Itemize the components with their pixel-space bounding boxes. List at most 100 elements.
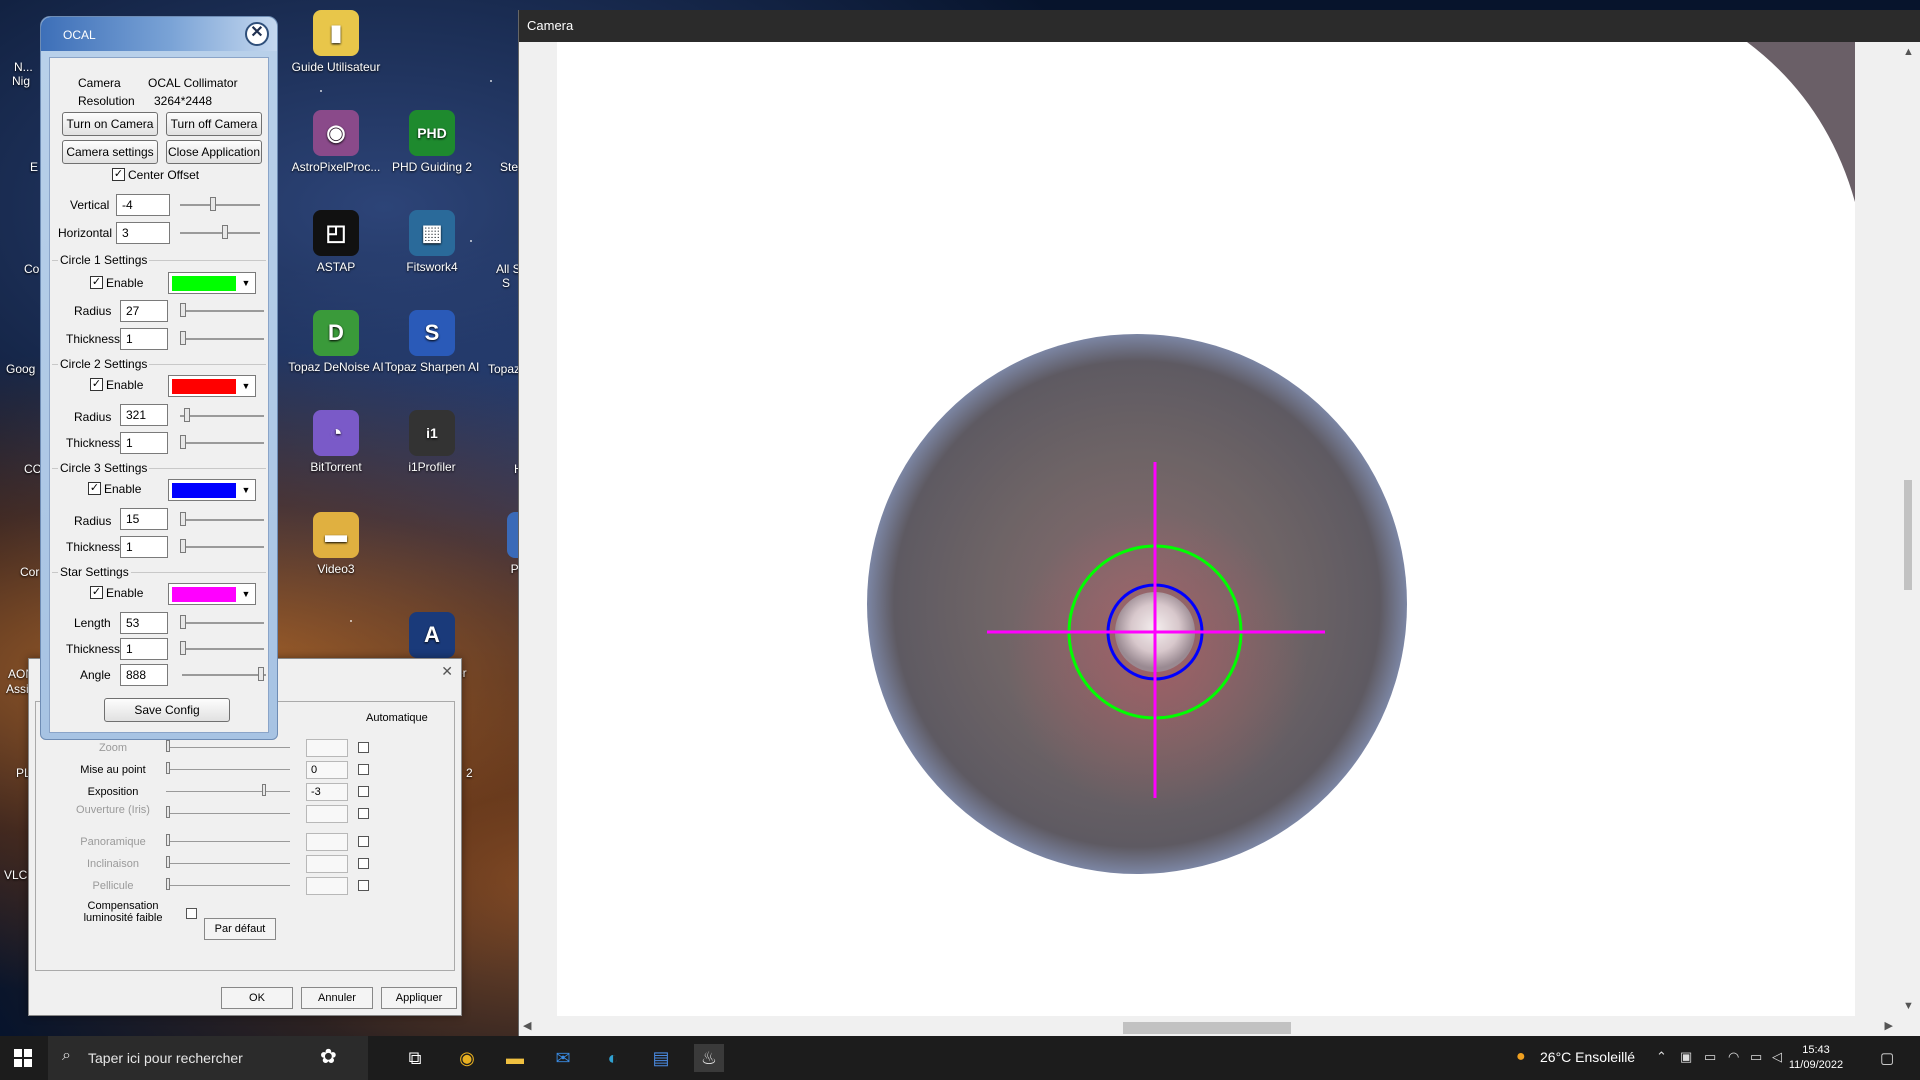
partial-desktop-label[interactable]: Co bbox=[24, 262, 39, 276]
desktop-icon-phd-guiding-2[interactable]: PHD PHD Guiding 2 bbox=[382, 110, 482, 175]
property-auto-checkbox[interactable] bbox=[358, 742, 369, 753]
edge-icon[interactable]: ◐ bbox=[598, 1044, 628, 1072]
windows-start-icon[interactable] bbox=[14, 1049, 32, 1067]
partial-desktop-label[interactable]: 2 bbox=[466, 766, 473, 780]
close-application-button[interactable]: Close Application bbox=[166, 140, 262, 164]
cancel-button[interactable]: Annuler bbox=[301, 987, 373, 1009]
circle-3-color-dropdown[interactable]: ▼ bbox=[168, 479, 256, 501]
circle-1-radius-input[interactable]: 27 bbox=[120, 300, 168, 322]
apply-button[interactable]: Appliquer bbox=[381, 987, 457, 1009]
turn-off-camera-button[interactable]: Turn off Camera bbox=[166, 112, 262, 136]
horizontal-scrollbar[interactable]: ◀ ▶ bbox=[519, 1016, 1897, 1036]
partial-desktop-label[interactable]: CC bbox=[24, 462, 41, 476]
property-value[interactable]: 0 bbox=[306, 761, 348, 779]
close-icon[interactable]: ✕ bbox=[245, 22, 269, 46]
taskbar-search-box[interactable]: ⌕ Taper ici pour rechercher ✿ bbox=[48, 1036, 368, 1080]
circle-3-radius-slider[interactable] bbox=[180, 512, 264, 528]
partial-desktop-label[interactable]: Nig bbox=[12, 74, 30, 88]
close-icon[interactable]: ✕ bbox=[441, 663, 453, 680]
battery-icon[interactable]: ▭ bbox=[1750, 1049, 1762, 1065]
camera-view[interactable] bbox=[557, 42, 1855, 1016]
circle-2-color-dropdown[interactable]: ▼ bbox=[168, 375, 256, 397]
star-angle-input[interactable]: 888 bbox=[120, 664, 168, 686]
document-icon[interactable]: ▤ bbox=[646, 1044, 676, 1072]
circle-2-radius-slider[interactable] bbox=[180, 408, 264, 424]
camera-tray-icon[interactable]: ▣ bbox=[1680, 1049, 1692, 1065]
vertical-scroll-thumb[interactable] bbox=[1904, 480, 1912, 590]
partial-desktop-label[interactable]: N... bbox=[14, 60, 33, 74]
circle-2-thickness-input[interactable]: 1 bbox=[120, 432, 168, 454]
property-auto-checkbox[interactable] bbox=[358, 808, 369, 819]
property-slider[interactable] bbox=[166, 784, 290, 800]
desktop-icon-guide-utilisateur[interactable]: ▮ Guide Utilisateur bbox=[286, 10, 386, 75]
ok-button[interactable]: OK bbox=[221, 987, 293, 1009]
property-auto-checkbox[interactable] bbox=[358, 764, 369, 775]
star-thickness-input[interactable]: 1 bbox=[120, 638, 168, 660]
chrome-icon[interactable]: ◉ bbox=[452, 1044, 482, 1072]
property-auto-checkbox[interactable] bbox=[358, 880, 369, 891]
scroll-up-icon[interactable]: ▲ bbox=[1903, 46, 1914, 58]
property-auto-checkbox[interactable] bbox=[358, 858, 369, 869]
partial-desktop-label[interactable]: Ste bbox=[500, 160, 518, 174]
partial-desktop-label[interactable]: Cor bbox=[20, 565, 39, 579]
volume-icon[interactable]: ◁ bbox=[1772, 1049, 1782, 1065]
circle-1-color-dropdown[interactable]: ▼ bbox=[168, 272, 256, 294]
camera-titlebar[interactable]: Camera bbox=[519, 10, 1920, 42]
save-config-button[interactable]: Save Config bbox=[104, 698, 230, 722]
partial-desktop-label[interactable]: S bbox=[502, 276, 510, 290]
star-color-dropdown[interactable]: ▼ bbox=[168, 583, 256, 605]
partial-desktop-label[interactable]: Topaz bbox=[488, 362, 520, 376]
partial-desktop-label[interactable]: All S bbox=[496, 262, 521, 276]
ocal-titlebar[interactable]: OCAL ✕ bbox=[41, 17, 277, 51]
star-thickness-slider[interactable] bbox=[180, 641, 264, 657]
circle-1-thickness-slider[interactable] bbox=[180, 331, 264, 347]
partial-desktop-label[interactable]: E bbox=[30, 160, 38, 174]
circle-3-radius-input[interactable]: 15 bbox=[120, 508, 168, 530]
circle-3-thickness-slider[interactable] bbox=[180, 539, 264, 555]
desktop-icon-bittorrent[interactable]: ◔ BitTorrent bbox=[286, 410, 386, 475]
partial-desktop-label[interactable]: Assi bbox=[6, 682, 29, 696]
vertical-input[interactable]: -4 bbox=[116, 194, 170, 216]
ocal-app-icon[interactable]: ♨ bbox=[694, 1044, 724, 1072]
star-angle-slider[interactable] bbox=[182, 667, 266, 683]
star-enable-checkbox[interactable]: ✓ bbox=[90, 586, 103, 599]
default-button[interactable]: Par défaut bbox=[204, 918, 276, 940]
notification-icon[interactable]: ▢ bbox=[1880, 1049, 1894, 1067]
property-slider[interactable] bbox=[166, 762, 290, 778]
mail-icon[interactable]: ✉ bbox=[548, 1044, 578, 1072]
desktop-icon-astap[interactable]: ◰ ASTAP bbox=[286, 210, 386, 275]
chevron-up-icon[interactable]: ⌃ bbox=[1656, 1049, 1667, 1065]
desktop-icon-astropixelprocessor[interactable]: ◉ AstroPixelProc... bbox=[286, 110, 386, 175]
partial-desktop-label[interactable]: VLC bbox=[4, 868, 27, 882]
desktop-icon-topaz-sharpen-ai[interactable]: S Topaz Sharpen AI bbox=[382, 310, 482, 375]
scroll-left-icon[interactable]: ◀ bbox=[523, 1019, 531, 1032]
horizontal-scroll-thumb[interactable] bbox=[1123, 1022, 1291, 1034]
property-value[interactable]: -3 bbox=[306, 783, 348, 801]
compensation-checkbox[interactable] bbox=[186, 908, 197, 919]
task-view-icon[interactable]: ⧉ bbox=[400, 1044, 430, 1072]
property-auto-checkbox[interactable] bbox=[358, 786, 369, 797]
star-length-input[interactable]: 53 bbox=[120, 612, 168, 634]
center-offset-checkbox[interactable]: ✓ bbox=[112, 168, 125, 181]
circle-1-enable-checkbox[interactable]: ✓ bbox=[90, 276, 103, 289]
weather-text[interactable]: 26°C Ensoleillé bbox=[1540, 1049, 1635, 1065]
circle-2-thickness-slider[interactable] bbox=[180, 435, 264, 451]
desktop-icon-i1profiler[interactable]: i1 i1Profiler bbox=[382, 410, 482, 475]
partial-desktop-label[interactable]: Goog bbox=[6, 362, 35, 376]
scroll-down-icon[interactable]: ▼ bbox=[1903, 1000, 1914, 1012]
file-explorer-icon[interactable]: ▬ bbox=[500, 1044, 530, 1072]
camera-settings-button[interactable]: Camera settings bbox=[62, 140, 158, 164]
vertical-scrollbar[interactable]: ▲ ▼ bbox=[1896, 42, 1920, 1016]
desktop-icon-video3[interactable]: ▬ Video3 bbox=[286, 512, 386, 577]
circle-2-radius-input[interactable]: 321 bbox=[120, 404, 168, 426]
star-length-slider[interactable] bbox=[180, 615, 264, 631]
wifi-icon[interactable]: ◠ bbox=[1728, 1049, 1739, 1065]
horizontal-input[interactable]: 3 bbox=[116, 222, 170, 244]
desktop-icon-fitswork4[interactable]: ▦ Fitswork4 bbox=[382, 210, 482, 275]
turn-on-camera-button[interactable]: Turn on Camera bbox=[62, 112, 158, 136]
circle-3-thickness-input[interactable]: 1 bbox=[120, 536, 168, 558]
circle-1-radius-slider[interactable] bbox=[180, 303, 264, 319]
vertical-slider[interactable] bbox=[180, 197, 260, 213]
circle-3-enable-checkbox[interactable]: ✓ bbox=[88, 482, 101, 495]
horizontal-slider[interactable] bbox=[180, 225, 260, 241]
